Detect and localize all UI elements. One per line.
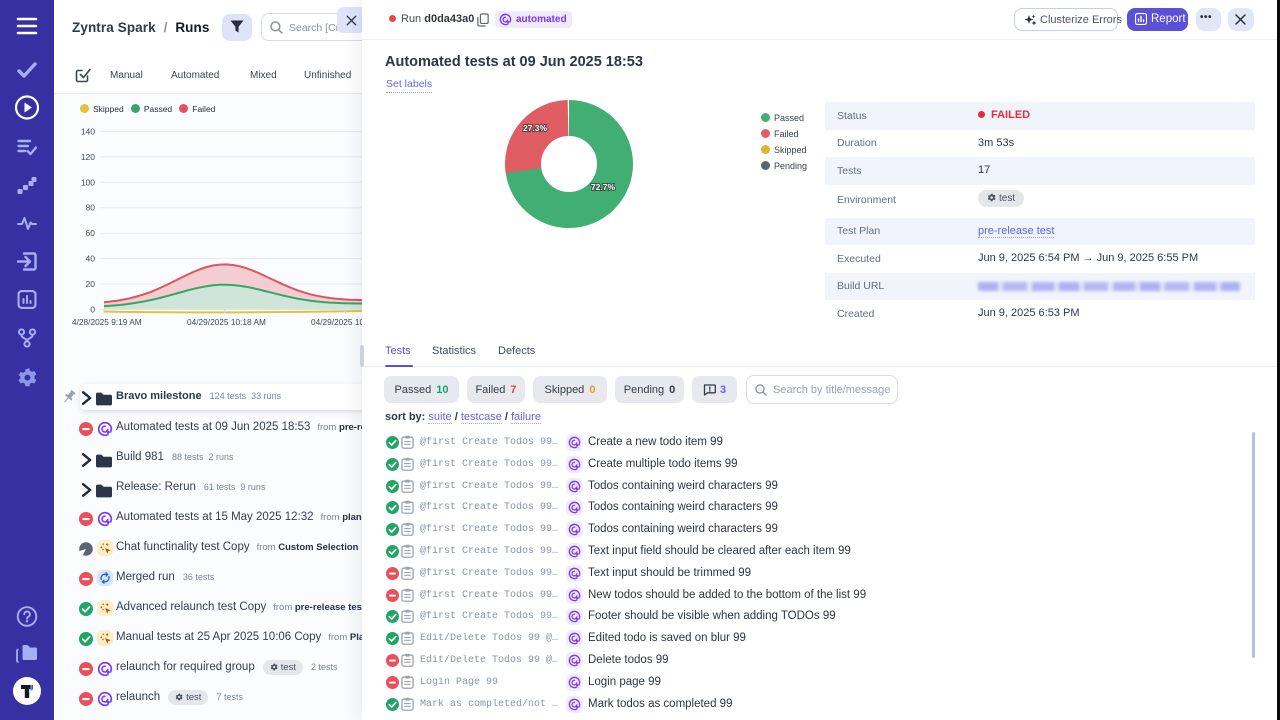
svg-text:140: 140 [81,127,95,137]
svg-text:04/29/2025 10:18 AM: 04/29/2025 10:18 AM [187,317,266,327]
svg-text:100: 100 [81,177,95,187]
svg-text:72.7%: 72.7% [591,182,616,192]
svg-text:60: 60 [86,228,96,238]
svg-text:27.3%: 27.3% [523,123,548,133]
svg-text:04/29/2025 10: 04/29/2025 10 [311,317,364,327]
svg-text:4/28/2025 9:19 AM: 4/28/2025 9:19 AM [72,317,142,327]
svg-text:80: 80 [86,203,96,213]
svg-text:0: 0 [90,305,95,315]
svg-text:120: 120 [81,152,95,162]
svg-text:40: 40 [86,254,96,264]
svg-text:20: 20 [86,279,96,289]
